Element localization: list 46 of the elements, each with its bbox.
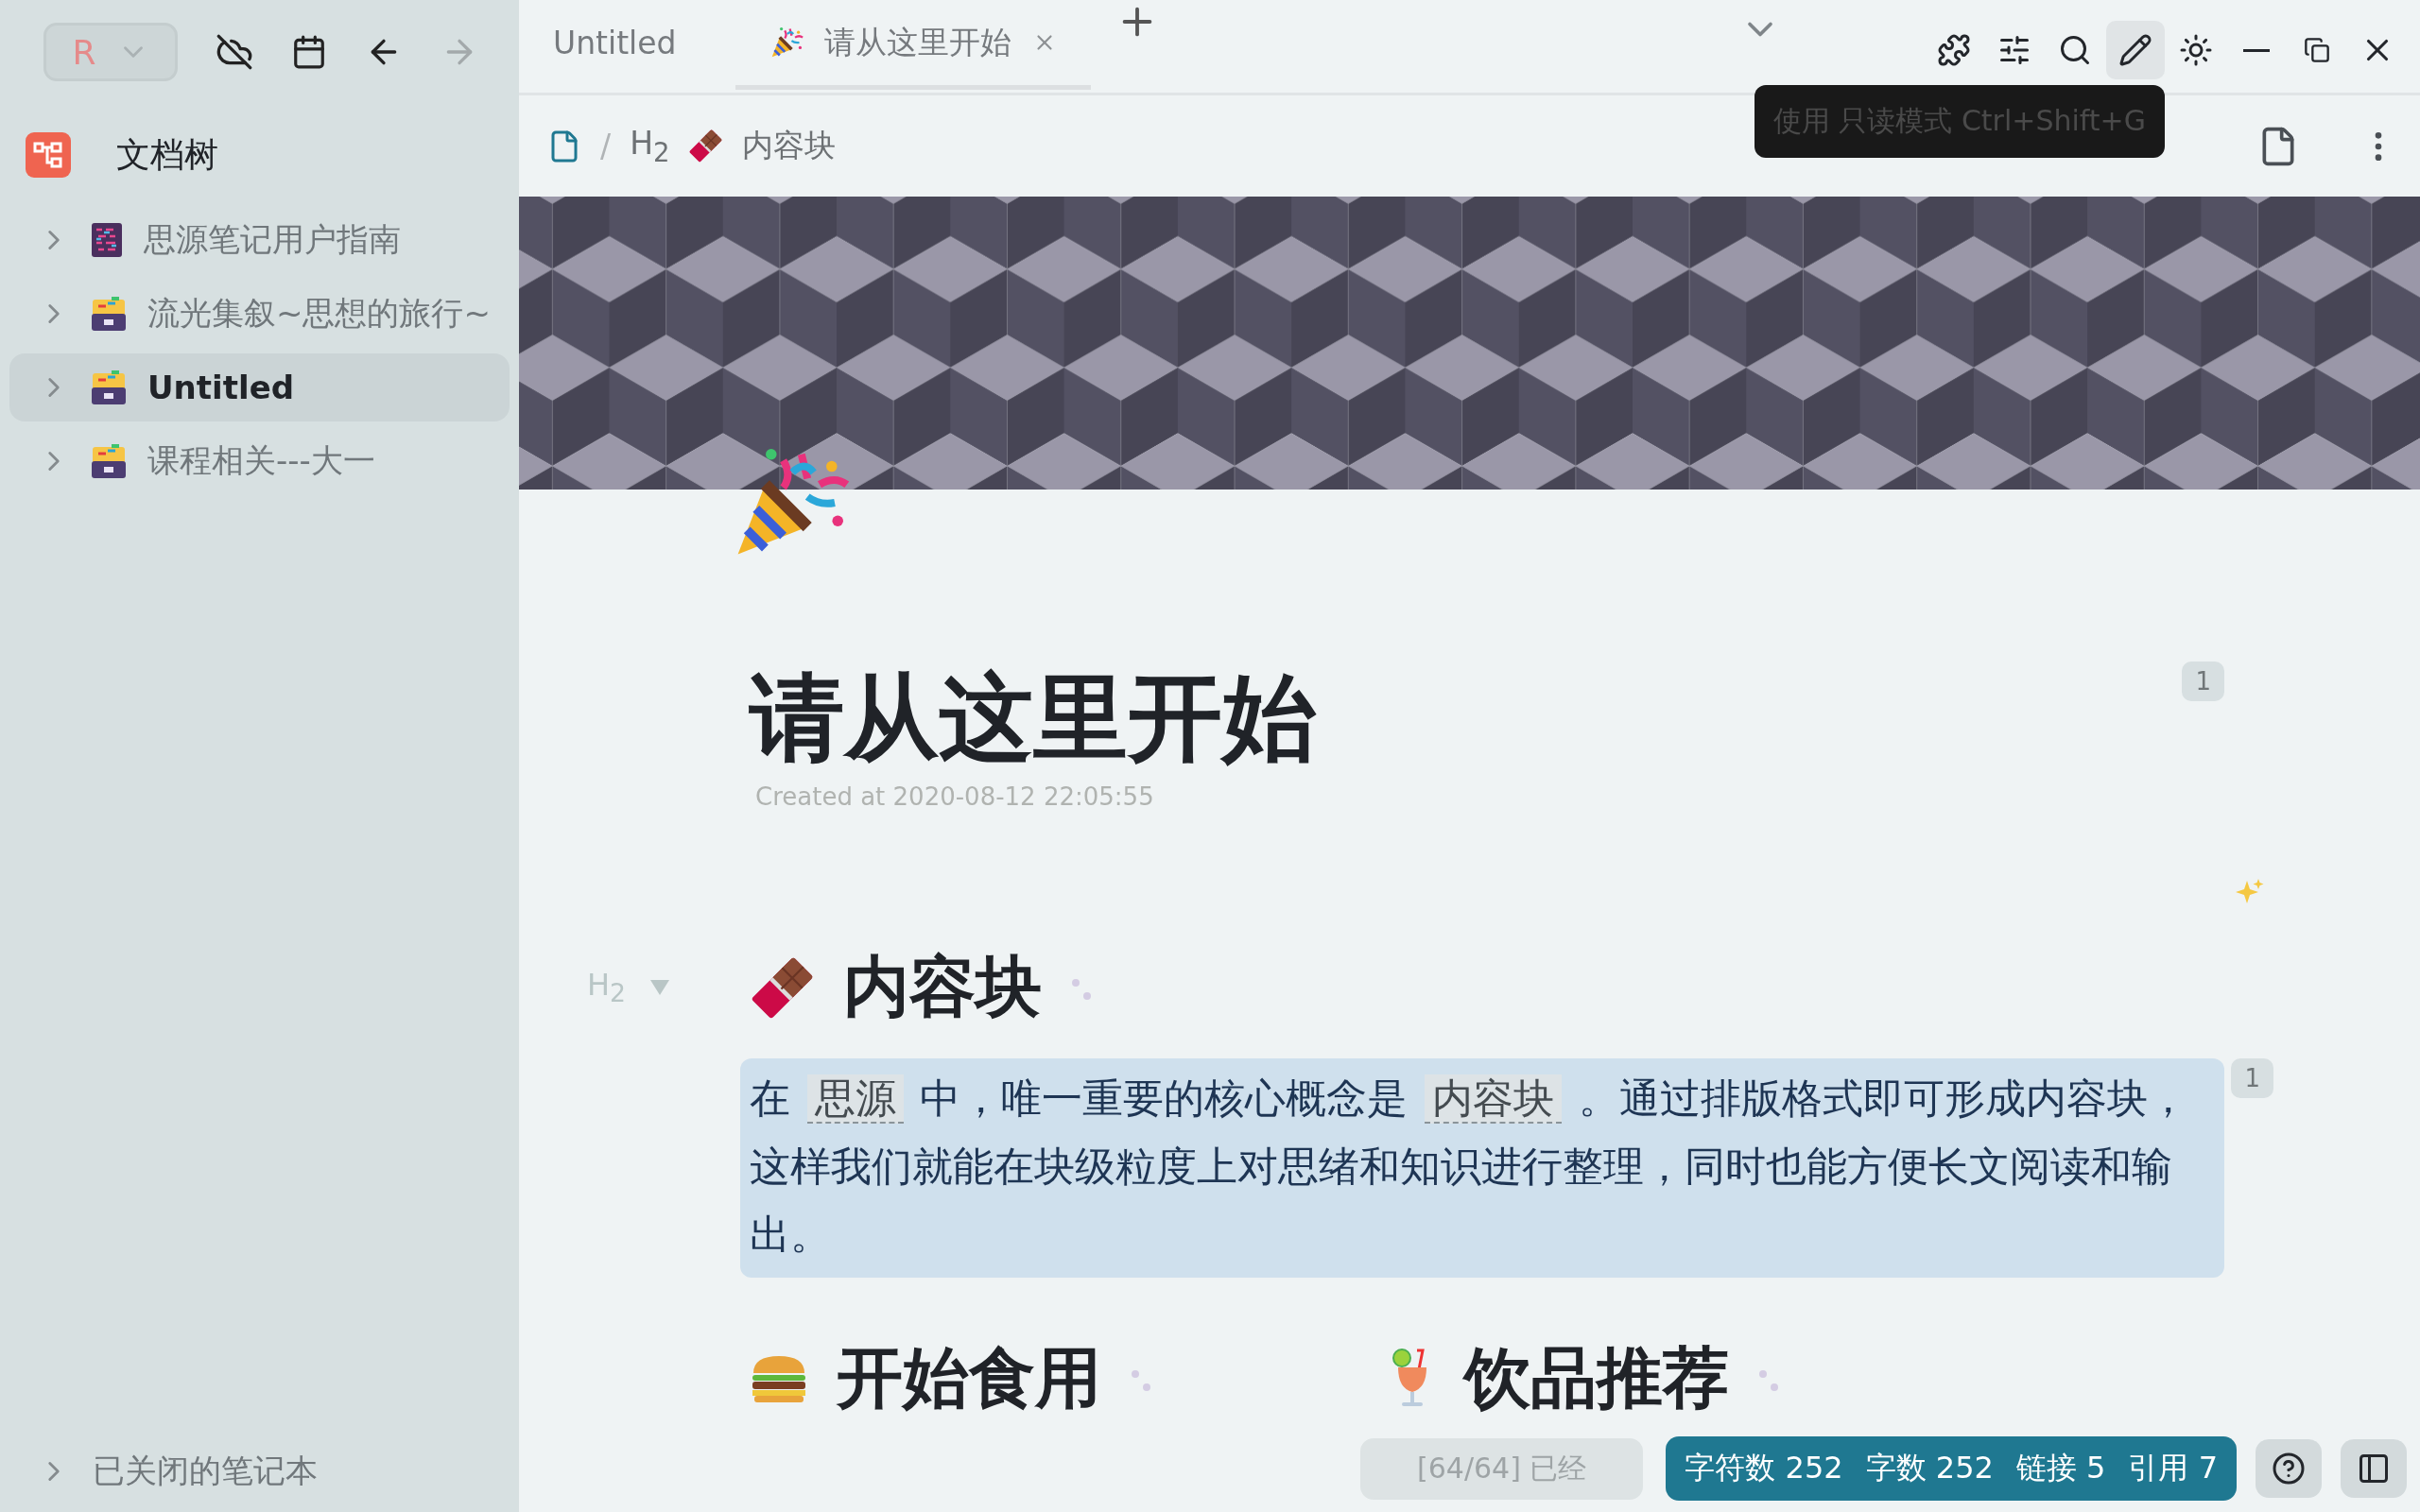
notebook-item[interactable]: 流光集叙~思想的旅行~ — [9, 280, 510, 348]
panel-icon — [2357, 1452, 2391, 1486]
doc-tree-icon — [26, 132, 71, 178]
count-label: 字数 252 — [1865, 1449, 1994, 1487]
search-icon — [2058, 33, 2092, 67]
help-icon — [2272, 1452, 2306, 1486]
breadcrumb-item[interactable]: 内容块 — [742, 125, 837, 167]
closed-notebooks-label[interactable]: 已关闭的笔记本 — [93, 1450, 318, 1493]
tab[interactable]: 请从这里开始 — [735, 0, 1091, 90]
calendar-icon[interactable] — [291, 34, 327, 70]
created-date: Created at 2020-08-12 22:05:55 — [754, 782, 1155, 811]
ref-count[interactable]: 1 — [2231, 1058, 2273, 1098]
dock-panel-button[interactable] — [2341, 1439, 2407, 1498]
document-title: 请从这里开始 — [750, 662, 1317, 775]
panel-title: 文档树 — [116, 133, 218, 176]
file-box-icon — [91, 369, 127, 405]
progress-message: [64/64] 已经 — [1360, 1437, 1644, 1500]
block-ref-link[interactable]: 内容块 — [1425, 1074, 1562, 1124]
notebook-item[interactable]: 思源笔记用户指南 — [9, 206, 510, 274]
notebook-icon — [91, 222, 123, 258]
sliders-icon — [1997, 33, 2031, 67]
breadcrumb-level[interactable]: H$_{2}$ — [630, 125, 670, 167]
ref-count[interactable]: 1 — [2182, 662, 2224, 701]
help-button[interactable] — [2256, 1439, 2322, 1498]
pencil-icon — [2118, 33, 2152, 67]
count-label: 链接 5 — [2015, 1449, 2106, 1487]
sun-icon — [2179, 33, 2213, 67]
count-label: 字符数 252 — [1685, 1449, 1843, 1487]
cloud-off-icon[interactable] — [216, 33, 253, 71]
minimize-icon — [2243, 48, 2270, 52]
puzzle-icon — [1937, 33, 1971, 67]
restore-icon — [2304, 37, 2330, 63]
heading: 内容块 — [843, 947, 1042, 1027]
pencil-button[interactable] — [2106, 21, 2165, 79]
file-box-icon — [91, 296, 127, 332]
tab[interactable]: Untitled — [519, 0, 711, 90]
notebook-item[interactable]: Untitled — [9, 353, 510, 421]
heading: 饮品推荐 — [1464, 1338, 1729, 1418]
block-ref-link[interactable]: 思源 — [806, 1074, 904, 1124]
file-box-icon — [91, 443, 127, 479]
burger-icon — [750, 1354, 808, 1403]
notebook-item[interactable]: 课程相关---大一 — [9, 427, 510, 495]
count-label: 引用 7 — [2128, 1449, 2218, 1487]
paragraph: 在 思源 中，唯一重要的核心概念是 内容块 。通过排版格式即可形成内容块，这样我们就能在块级粒度上对思绪和知识进行整理，同时也能方便长文阅读和输出。 — [740, 1058, 2224, 1278]
heading: 开始食用 — [837, 1338, 1101, 1418]
breadcrumb-separator: / — [600, 128, 612, 164]
